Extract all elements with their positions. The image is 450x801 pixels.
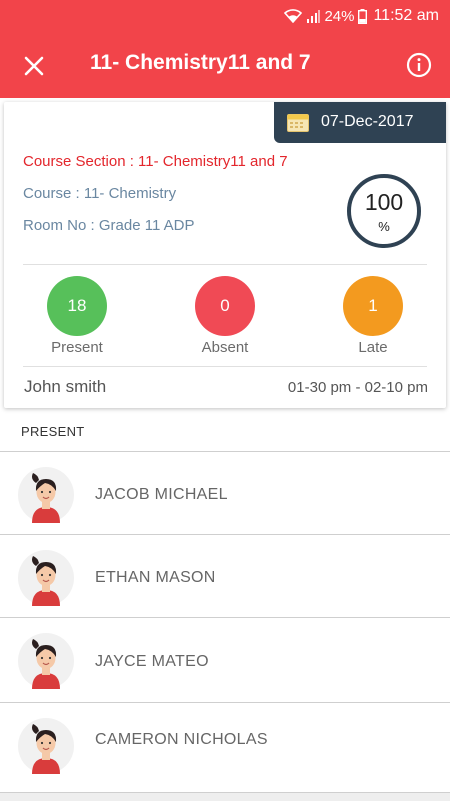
absent-count: 0	[195, 276, 255, 336]
room-label: Room No : Grade 11 ADP	[23, 217, 195, 234]
student-avatar-icon	[18, 718, 74, 774]
date-chip[interactable]: 07-Dec-2017	[274, 102, 446, 143]
app-bar: 11- Chemistry11 and 7	[0, 32, 450, 98]
wifi-icon	[284, 9, 303, 23]
attendance-summary-card: 07-Dec-2017 Course Section : 11- Chemist…	[4, 102, 446, 408]
late-label: Late	[358, 339, 388, 356]
divider	[23, 264, 427, 265]
absent-stat[interactable]: 0 Absent	[180, 276, 270, 356]
student-name: JACOB MICHAEL	[95, 486, 228, 503]
percent-sign: %	[378, 219, 390, 234]
student-list-item[interactable]: JACOB MICHAEL	[0, 451, 450, 534]
late-count: 1	[343, 276, 403, 336]
present-student-list: JACOB MICHAEL ETHAN MASON JAYCE MATEO CA…	[0, 451, 450, 785]
student-name: ETHAN MASON	[95, 569, 216, 586]
battery-icon	[358, 8, 368, 24]
present-stat[interactable]: 18 Present	[32, 276, 122, 356]
course-section-label: Course Section : 11- Chemistry11 and 7	[23, 153, 288, 170]
student-list-item[interactable]: ETHAN MASON	[0, 534, 450, 617]
signal-icon	[306, 9, 321, 23]
attendance-percentage-value: 100	[364, 189, 404, 215]
present-count: 18	[47, 276, 107, 336]
divider	[23, 366, 427, 367]
battery-percent: 24%	[324, 7, 355, 25]
teacher-name: John smith	[24, 377, 107, 396]
student-avatar-icon	[18, 550, 74, 606]
calendar-icon	[287, 113, 309, 137]
student-avatar-icon	[18, 467, 74, 523]
close-button[interactable]	[22, 54, 46, 78]
page-title: 11- Chemistry11 and 7	[90, 51, 311, 74]
student-list-item[interactable]: JAYCE MATEO	[0, 617, 450, 702]
student-list-item[interactable]: CAMERON NICHOLAS	[0, 702, 450, 785]
status-bar: 24% 11:52 am	[0, 0, 450, 32]
clock: 11:52 am	[373, 7, 439, 24]
absent-label: Absent	[201, 339, 249, 356]
late-stat[interactable]: 1 Late	[328, 276, 418, 356]
attendance-percentage-ring: 100 %	[347, 174, 421, 248]
status-icons: 24% 11:52 am	[284, 7, 439, 25]
info-icon	[406, 52, 432, 78]
student-name: JAYCE MATEO	[95, 653, 209, 670]
info-button[interactable]	[406, 52, 432, 78]
section-header-present: PRESENT	[21, 424, 85, 439]
course-label: Course : 11- Chemistry	[23, 185, 177, 202]
present-label: Present	[51, 339, 103, 356]
class-time: 01-30 pm - 02-10 pm	[287, 379, 428, 396]
student-name: CAMERON NICHOLAS	[95, 731, 268, 748]
close-icon	[24, 56, 44, 76]
student-avatar-icon	[18, 633, 74, 689]
date-label: 07-Dec-2017	[321, 113, 414, 130]
